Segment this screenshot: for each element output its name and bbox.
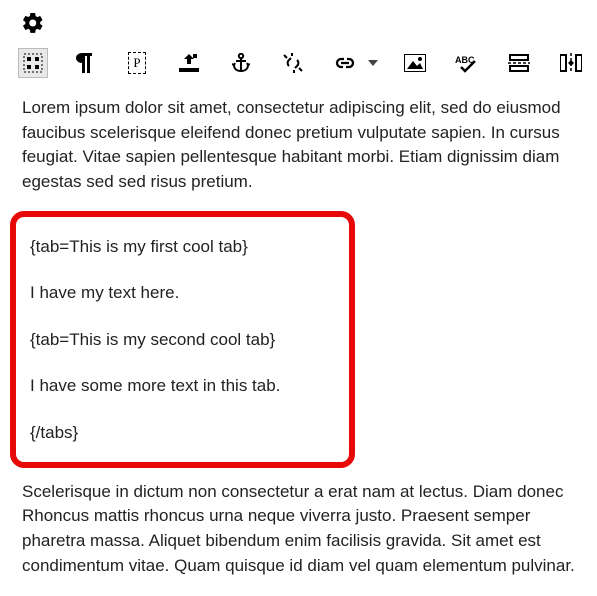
editor-toolbar: P ABC bbox=[0, 38, 597, 86]
link-button[interactable] bbox=[330, 48, 360, 78]
spellcheck-button[interactable]: ABC bbox=[452, 48, 482, 78]
gear-icon bbox=[21, 11, 45, 35]
p-letter-icon: P bbox=[128, 52, 146, 74]
tab-text-1: I have my text here. bbox=[30, 281, 335, 306]
paragraph-2: Scelerisque in dictum non consectetur a … bbox=[22, 480, 575, 579]
insert-column-icon bbox=[560, 53, 582, 73]
tab-open-2: {tab=This is my second cool tab} bbox=[30, 328, 335, 353]
tab-syntax-highlight: {tab=This is my first cool tab} I have m… bbox=[10, 211, 355, 468]
paragraph-mark-button[interactable] bbox=[70, 48, 100, 78]
tab-open-1: {tab=This is my first cool tab} bbox=[30, 235, 335, 260]
paragraph-style-button[interactable]: P bbox=[122, 48, 152, 78]
unlink-button[interactable] bbox=[278, 48, 308, 78]
link-dropdown-icon[interactable] bbox=[368, 60, 378, 66]
select-block-button[interactable] bbox=[18, 48, 48, 78]
tab-close: {/tabs} bbox=[30, 421, 335, 446]
insert-column-button[interactable] bbox=[556, 48, 586, 78]
cut-row-button[interactable] bbox=[504, 48, 534, 78]
editor-content[interactable]: Lorem ipsum dolor sit amet, consectetur … bbox=[0, 86, 597, 578]
settings-button[interactable] bbox=[18, 8, 48, 38]
anchor-icon bbox=[232, 53, 250, 73]
image-button[interactable] bbox=[400, 48, 430, 78]
unlink-icon bbox=[282, 53, 304, 73]
upload-icon bbox=[179, 54, 199, 72]
select-block-icon bbox=[23, 53, 43, 73]
link-icon bbox=[334, 54, 356, 72]
image-icon bbox=[404, 54, 426, 72]
pilcrow-icon bbox=[76, 53, 94, 73]
anchor-button[interactable] bbox=[226, 48, 256, 78]
tab-text-2: I have some more text in this tab. bbox=[30, 374, 335, 399]
paragraph-1: Lorem ipsum dolor sit amet, consectetur … bbox=[22, 96, 575, 195]
cut-row-icon bbox=[508, 53, 530, 73]
spellcheck-icon: ABC bbox=[455, 53, 479, 73]
upload-button[interactable] bbox=[174, 48, 204, 78]
